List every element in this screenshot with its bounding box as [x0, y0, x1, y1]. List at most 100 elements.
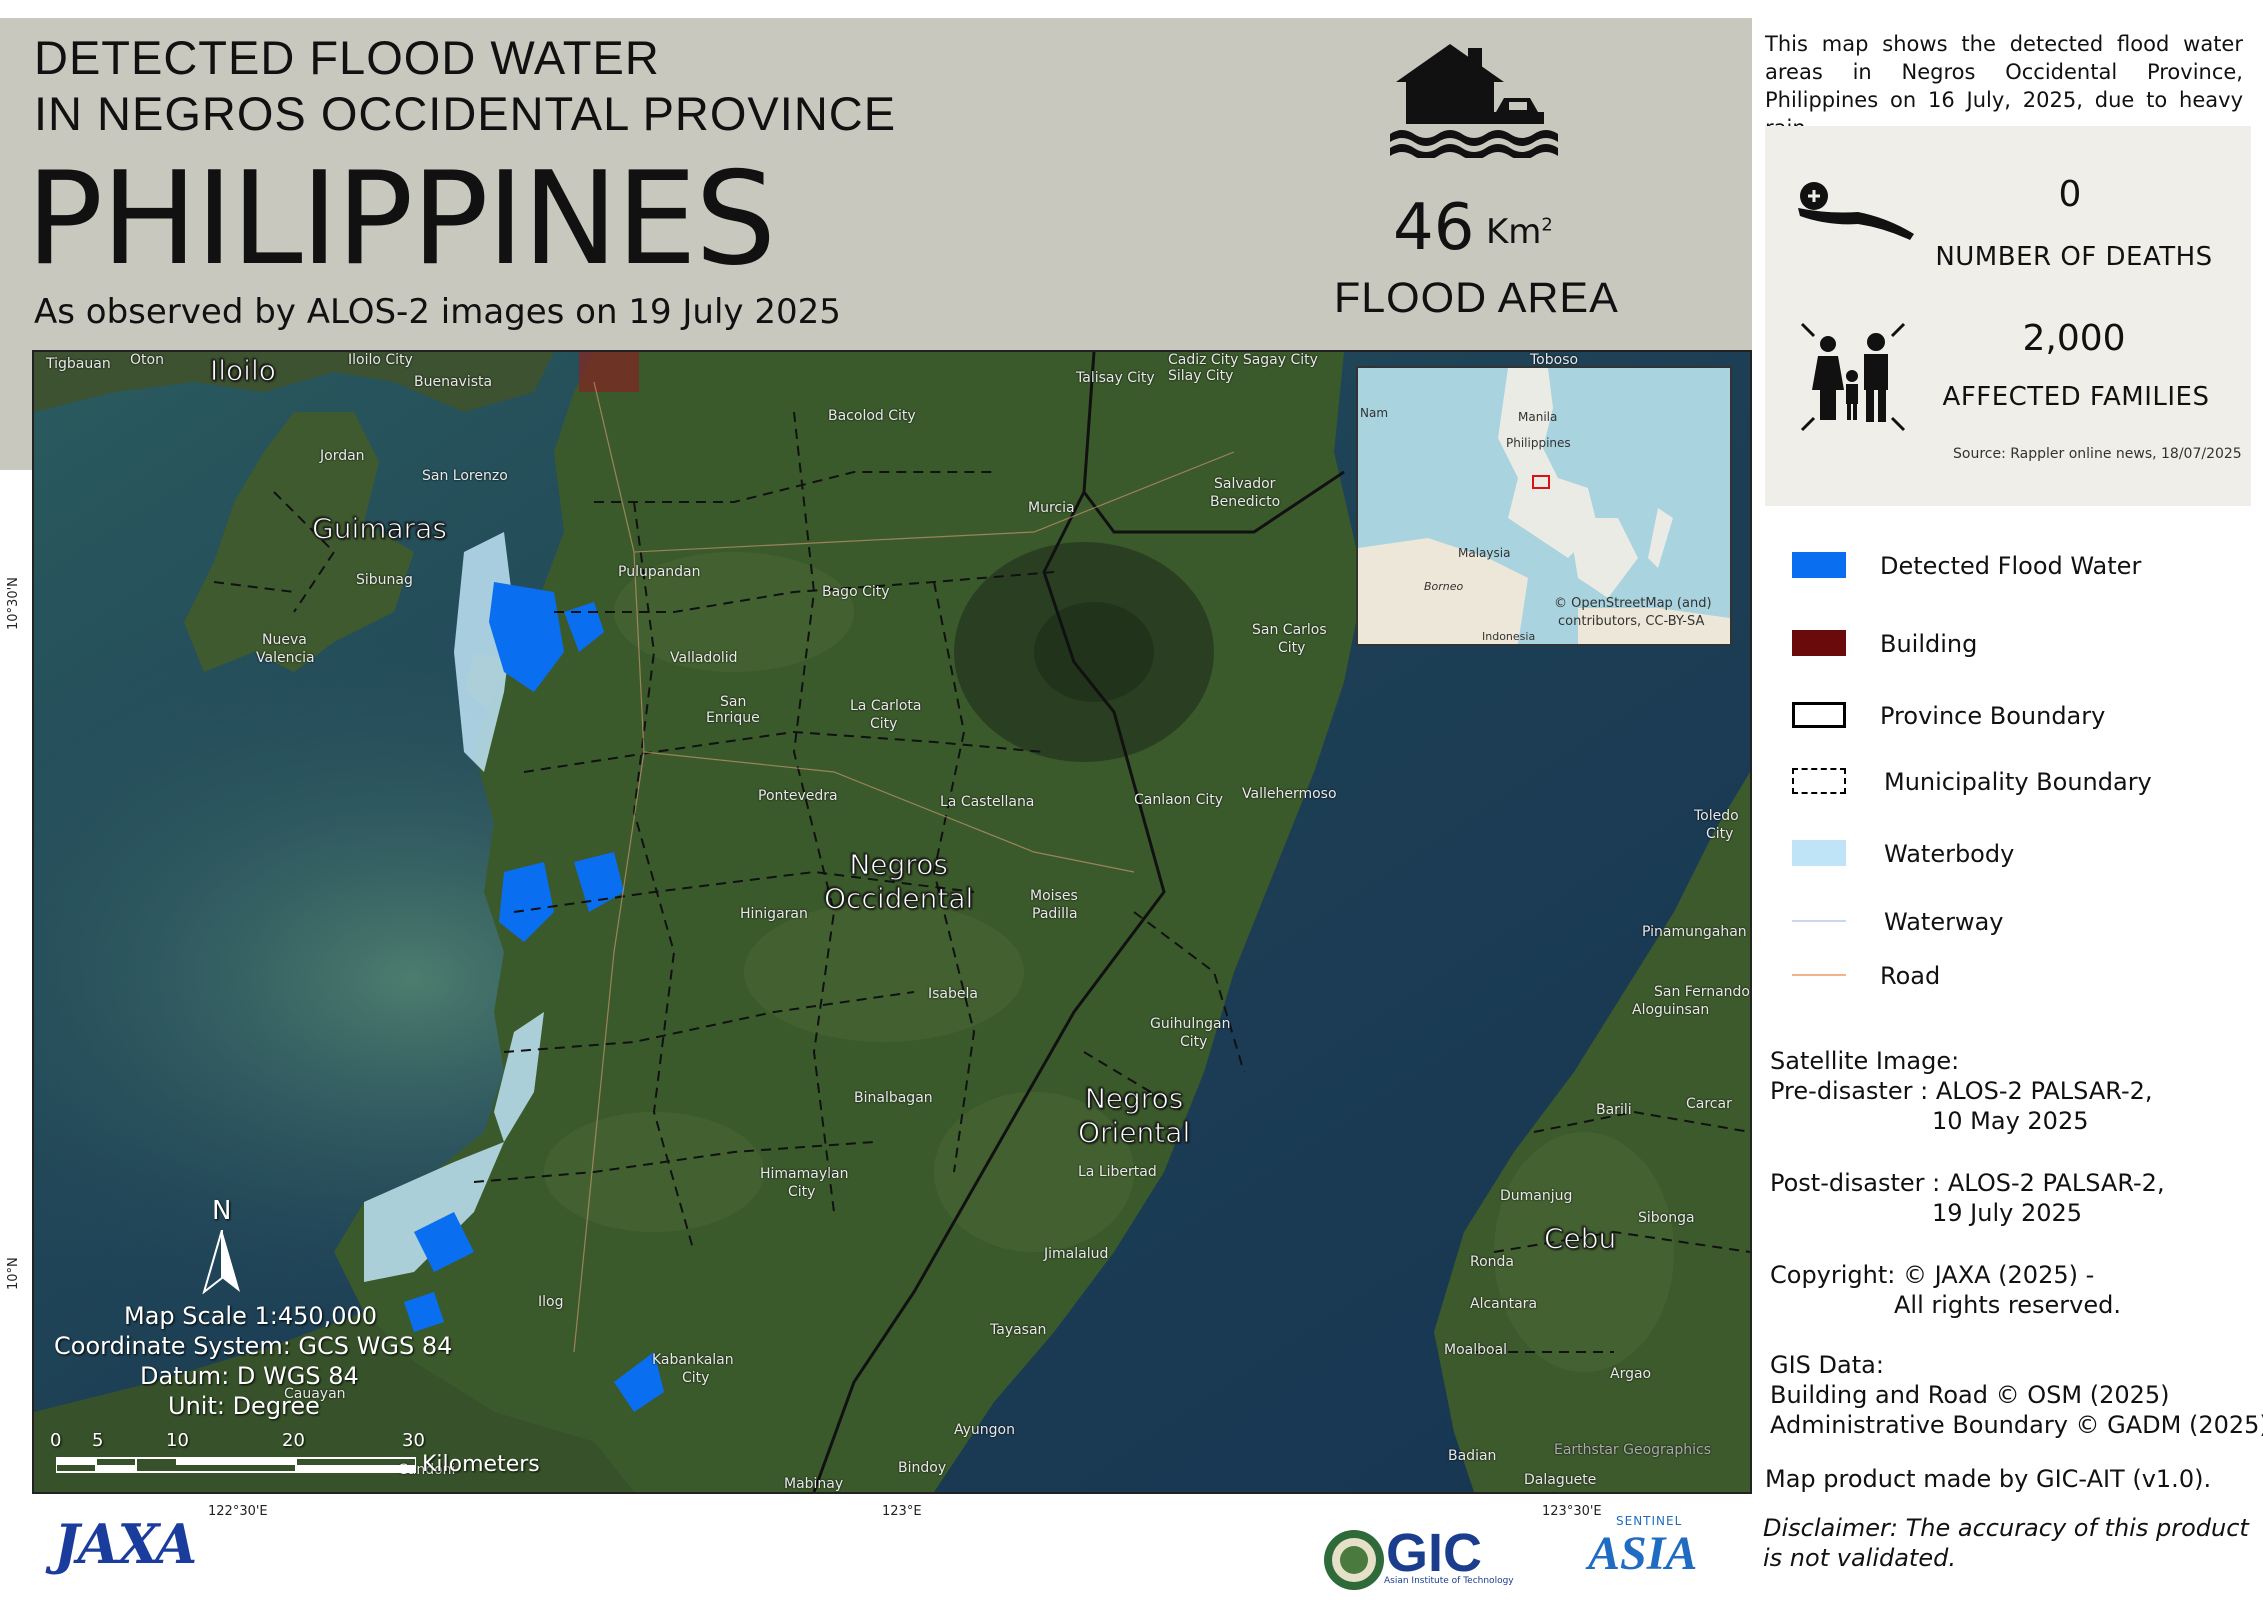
place-label: City [1706, 826, 1734, 842]
datum-text: Datum: D WGS 84 [140, 1362, 359, 1390]
place-label: City [788, 1184, 816, 1200]
place-label: City [870, 716, 898, 732]
place-label: Dumanjug [1500, 1188, 1573, 1204]
map-scale-text: Map Scale 1:450,000 [124, 1302, 378, 1330]
latitude-label: 10°30'N [6, 577, 21, 630]
post-disaster-info: Post-disaster : ALOS-2 PALSAR-2, [1770, 1169, 2165, 1197]
place-label: Padilla [1032, 906, 1078, 922]
main-map[interactable]: Nam Manila Philippines Malaysia Borneo I… [32, 350, 1752, 1494]
coordinate-system-text: Coordinate System: GCS WGS 84 [54, 1332, 453, 1360]
place-label: San Carlos [1252, 622, 1327, 638]
place-label: La Castellana [940, 794, 1035, 810]
flood-area-value: 46 [1393, 191, 1475, 265]
title-line-1: DETECTED FLOOD WATER [34, 31, 660, 84]
families-label: AFFECTED FAMILIES [1942, 382, 2210, 412]
longitude-label: 123°30'E [1542, 1504, 1602, 1519]
pre-disaster-date: 10 May 2025 [1932, 1107, 2089, 1135]
legend-swatch [1792, 630, 1846, 656]
ait-seal-icon [1324, 1530, 1384, 1590]
place-label: San Lorenzo [422, 468, 508, 484]
place-label: Murcia [1028, 500, 1075, 516]
country-title: PHILIPPINES [26, 145, 776, 294]
post-disaster-date: 19 July 2025 [1932, 1199, 2083, 1227]
observed-subtitle: As observed by ALOS-2 images on 19 July … [34, 292, 841, 332]
place-label: Guihulngan [1150, 1016, 1231, 1032]
place-label: Alcantara [1470, 1296, 1538, 1312]
place-label: Pontevedra [758, 788, 838, 804]
place-label: San [720, 694, 747, 710]
place-label: Buenavista [414, 374, 493, 390]
legend-swatch [1792, 974, 1846, 976]
place-label: Hinigaran [740, 906, 808, 922]
place-label: Talisay City [1076, 370, 1155, 386]
sentinel-asia-logo: ASIA [1588, 1527, 1698, 1580]
region-label-iloilo: Iloilo [210, 354, 277, 388]
jaxa-logo: JAXA [54, 1512, 197, 1576]
region-label-negros-oriental: Negros Oriental [1077, 1082, 1191, 1150]
place-label: Carcar [1686, 1096, 1732, 1112]
legend-swatch [1792, 768, 1846, 794]
longitude-label: 122°30'E [208, 1504, 268, 1519]
families-value: 2,000 [2022, 318, 2126, 359]
gis-data-line-2: Administrative Boundary © GADM (2025) [1770, 1411, 2263, 1439]
place-label: Mabinay [784, 1476, 844, 1492]
place-label: Enrique [706, 710, 760, 726]
place-label: Ronda [1470, 1254, 1515, 1270]
flood-area-unit: Km2 [1486, 212, 1553, 252]
place-label: Bacolod City [828, 408, 916, 424]
disclaimer: Disclaimer: The accuracy of this product… [1763, 1514, 2249, 1572]
title-line-2: IN NEGROS OCCIDENTAL PROVINCE [34, 87, 897, 140]
made-by-text: Map product made by GIC-AIT (v1.0). [1765, 1465, 2212, 1493]
place-label: Sibonga [1638, 1210, 1695, 1226]
place-label: San Fernando [1654, 984, 1750, 1000]
place-label: City [1180, 1034, 1208, 1050]
region-label-guimaras: Guimaras [312, 512, 448, 546]
place-label: Barili [1596, 1102, 1632, 1118]
legend-swatch [1792, 552, 1846, 578]
place-label: Moalboal [1444, 1342, 1508, 1358]
copyright-line-1: Copyright: © JAXA (2025) - [1770, 1261, 2095, 1289]
unit-text: Unit: Degree [168, 1392, 320, 1420]
gis-data-title: GIS Data: [1770, 1351, 1884, 1379]
place-label: Toledo [1694, 808, 1739, 824]
place-label: Himamaylan [760, 1166, 849, 1182]
place-label: Valencia [256, 650, 315, 666]
place-label: Cadiz City Sagay City [1168, 352, 1318, 368]
place-label: Moises [1030, 888, 1078, 904]
north-label: N [212, 1196, 232, 1226]
flooded-house-icon [1390, 44, 1558, 158]
place-label: Pinamungahan [1642, 924, 1747, 940]
place-label: La Carlota [850, 698, 922, 714]
region-label-negros-occidental: Negros Occidental [823, 848, 974, 916]
scale-bar-unit: Kilometers [422, 1452, 540, 1477]
place-label: Tigbauan [46, 356, 111, 372]
inset-locator-map[interactable]: Nam Manila Philippines Malaysia Borneo I… [1356, 366, 1732, 646]
place-label: Nueva [262, 632, 307, 648]
pre-disaster-info: Pre-disaster : ALOS-2 PALSAR-2, [1770, 1077, 2153, 1105]
gic-logo-subtitle: Asian Institute of Technology [1384, 1576, 1514, 1586]
place-label: Jordan [320, 448, 365, 464]
family-icon [1800, 322, 1906, 432]
gis-data-line-1: Building and Road © OSM (2025) [1770, 1381, 2170, 1409]
place-label: Aloguinsan [1632, 1002, 1710, 1018]
deceased-person-icon [1798, 182, 1914, 240]
place-label: Bindoy [898, 1460, 947, 1476]
place-label: Valladolid [670, 650, 738, 666]
region-label-cebu: Cebu [1543, 1222, 1617, 1256]
place-label: City [1278, 640, 1306, 656]
flood-area-label: FLOOD AREA [1334, 274, 1619, 322]
stats-source: Source: Rappler online news, 18/07/2025 [1953, 446, 2242, 462]
latitude-label: 10°N [6, 1257, 21, 1290]
place-label: Dalaguete [1524, 1472, 1597, 1488]
place-label: Iloilo City [348, 352, 413, 368]
place-label: Canlaon City [1134, 792, 1224, 808]
place-label: Argao [1610, 1366, 1652, 1382]
place-label: Ayungon [954, 1422, 1015, 1438]
legend-swatch [1792, 840, 1846, 866]
place-label: Salvador [1214, 476, 1276, 492]
deaths-label: NUMBER OF DEATHS [1935, 242, 2213, 272]
north-arrow-icon [202, 1230, 240, 1294]
place-label: Oton [130, 352, 164, 368]
satellite-image-title: Satellite Image: [1770, 1047, 1960, 1075]
place-label: Binalbagan [854, 1090, 933, 1106]
